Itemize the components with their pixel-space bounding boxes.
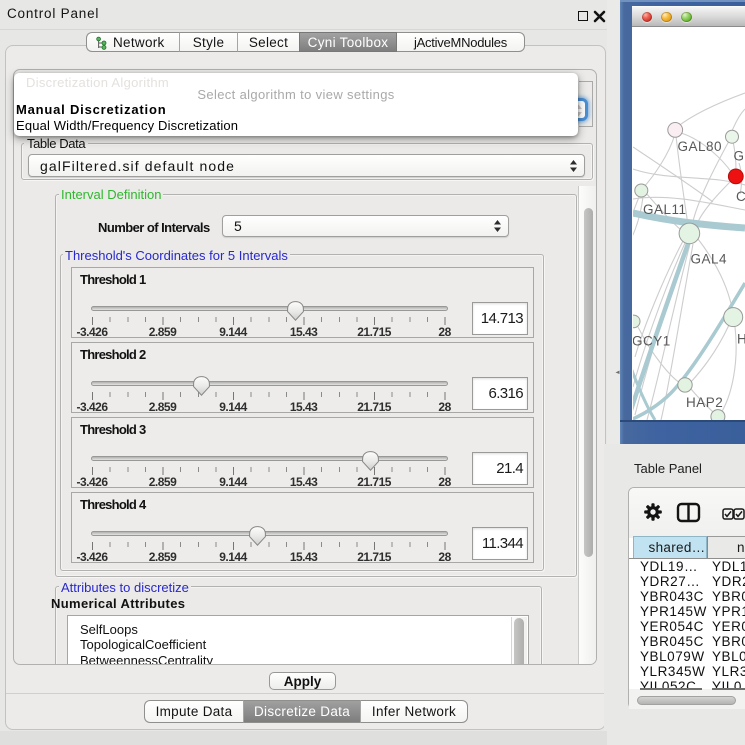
svg-text:GCY1: GCY1 — [633, 334, 671, 349]
svg-text:GAL80: GAL80 — [678, 139, 723, 154]
svg-text:H: H — [737, 332, 745, 347]
svg-text:G.: G. — [734, 149, 745, 164]
svg-text:C: C — [736, 189, 745, 204]
svg-text:GAL11: GAL11 — [643, 202, 687, 217]
svg-text:HAP2: HAP2 — [686, 395, 723, 410]
svg-text:GAL4: GAL4 — [691, 252, 728, 267]
